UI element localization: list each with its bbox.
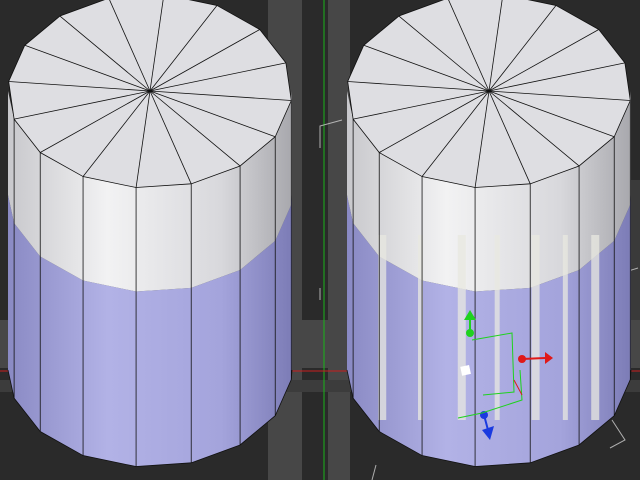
selection-stripe: [562, 235, 568, 420]
gizmo-y-handle[interactable]: [466, 329, 474, 337]
gizmo-center-handle[interactable]: [460, 365, 471, 376]
selection-stripe: [531, 235, 540, 420]
selection-stripe: [494, 235, 500, 420]
3d-viewport[interactable]: [0, 0, 640, 480]
selection-stripe: [591, 235, 600, 420]
cylinder-right[interactable]: [346, 0, 632, 467]
grid-band-vertical-right: [328, 0, 350, 480]
cylinder-left[interactable]: [7, 0, 293, 467]
gizmo-x-handle[interactable]: [518, 355, 526, 363]
scene-canvas[interactable]: [0, 0, 640, 480]
selection-stripe: [457, 235, 466, 420]
